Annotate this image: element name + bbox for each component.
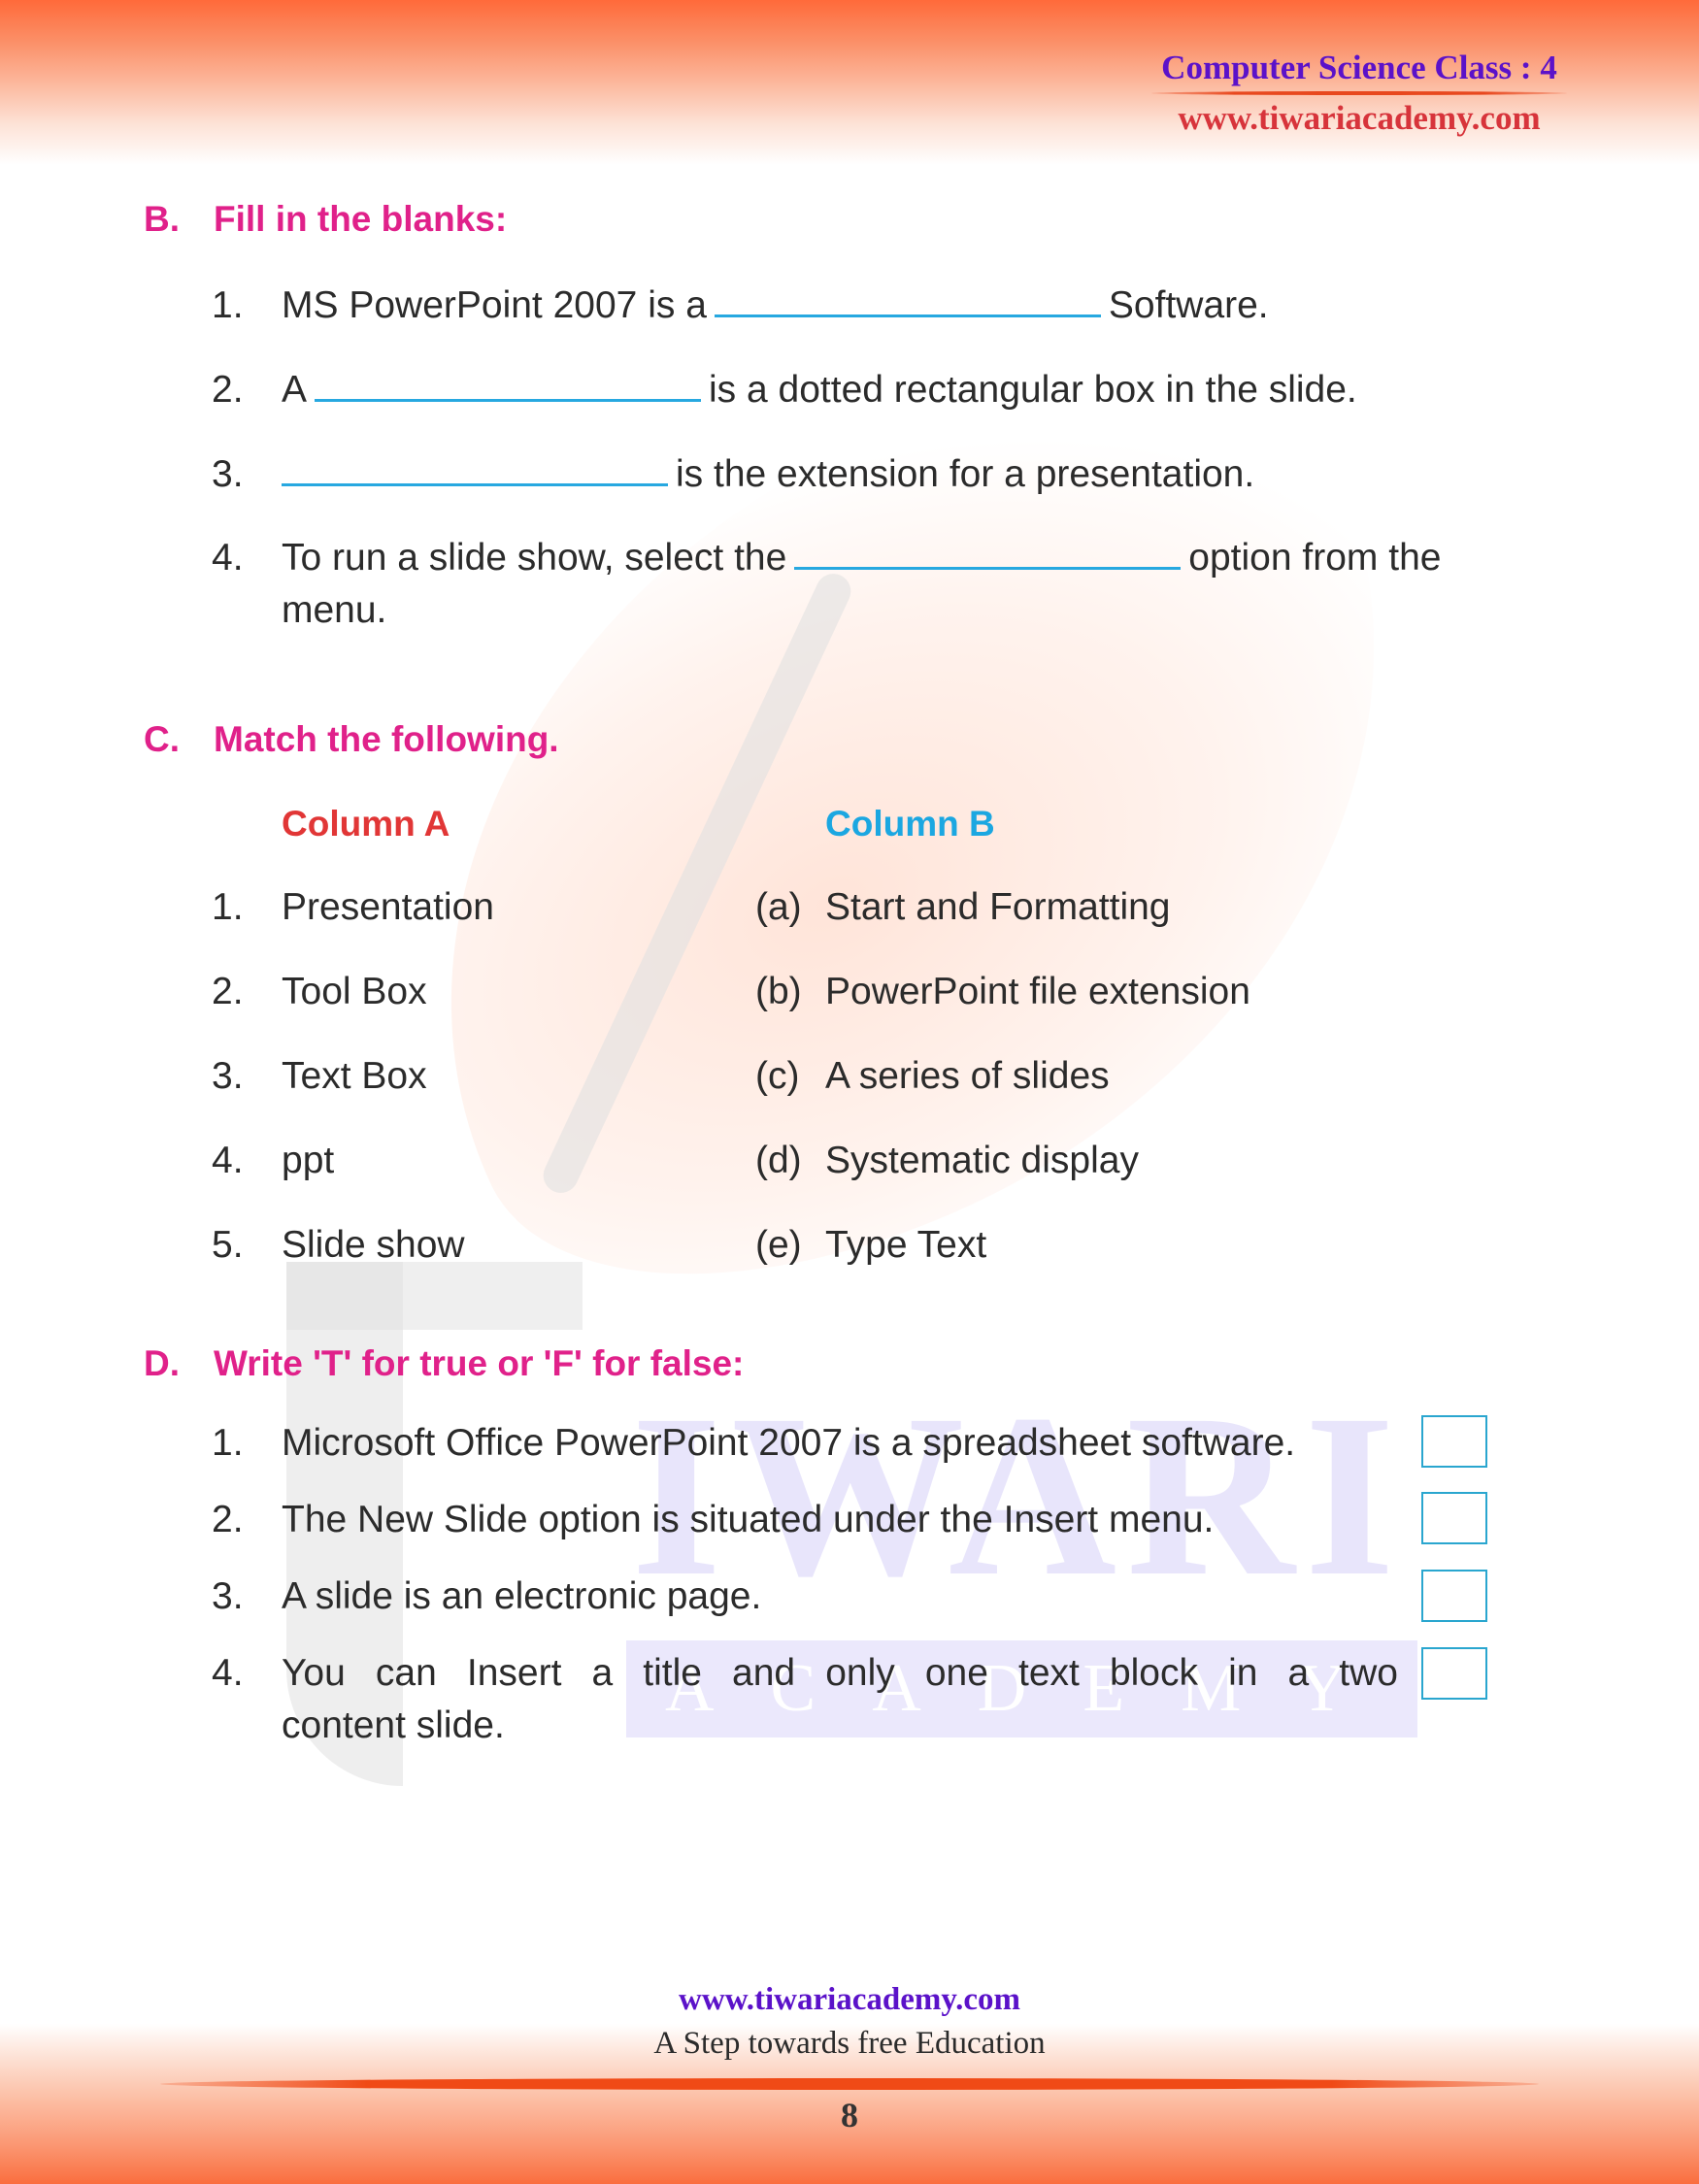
item-text: Start and Formatting	[825, 886, 1171, 928]
item-number: 5.	[212, 1224, 244, 1266]
section-d-letter: D.	[144, 1343, 180, 1383]
item-number: 3.	[212, 453, 244, 495]
section-c-heading: C. Match the following.	[144, 719, 559, 760]
column-b-item: (d) Systematic display	[755, 1140, 1139, 1182]
item-text: Microsoft Office PowerPoint 2007 is a sp…	[282, 1422, 1296, 1464]
true-false-item: 4. You can Insert a title and only one te…	[212, 1647, 1398, 1752]
item-text-continuation: menu.	[282, 589, 387, 631]
column-b-item: (e) Type Text	[755, 1224, 986, 1267]
header-url-link[interactable]: www.tiwariacademy.com	[1146, 97, 1573, 140]
column-a-item: 1. Presentation	[212, 886, 494, 929]
item-text: A series of slides	[825, 1055, 1110, 1097]
item-text: Presentation	[282, 886, 494, 928]
section-b-letter: B.	[144, 199, 180, 239]
item-number: 1.	[212, 284, 244, 326]
answer-box[interactable]	[1421, 1415, 1487, 1468]
true-false-item: 2. The New Slide option is situated under…	[212, 1494, 1214, 1546]
item-letter: (a)	[755, 886, 802, 928]
item-text: A slide is an electronic page.	[282, 1575, 762, 1617]
footer-tagline: A Step towards free Education	[653, 2026, 1046, 2061]
item-text-after: is the extension for a presentation.	[676, 453, 1255, 495]
fill-blank-item: 3. is the extension for a presentation.	[212, 448, 1254, 501]
item-text-after: Software.	[1108, 284, 1269, 326]
item-number: 3.	[212, 1055, 244, 1097]
true-false-item: 1. Microsoft Office PowerPoint 2007 is a …	[212, 1417, 1295, 1470]
item-text-before: To run a slide show, select the	[282, 537, 787, 579]
item-text: Text Box	[282, 1055, 427, 1097]
true-false-item: 3. A slide is an electronic page.	[212, 1571, 761, 1623]
item-number: 3.	[212, 1575, 244, 1617]
page-number: 8	[841, 2096, 858, 2134]
item-text-after: is a dotted rectangular box in the slide…	[709, 369, 1357, 411]
section-b-heading: B. Fill in the blanks:	[144, 199, 507, 240]
answer-box[interactable]	[1421, 1492, 1487, 1544]
item-number: 4.	[212, 537, 244, 579]
item-letter: (e)	[755, 1224, 802, 1266]
column-a-item: 4. ppt	[212, 1140, 334, 1182]
column-a-item: 2. Tool Box	[212, 971, 427, 1013]
item-number: 1.	[212, 1422, 244, 1464]
answer-blank[interactable]	[315, 399, 702, 402]
item-letter: (c)	[755, 1055, 800, 1097]
item-letter: (b)	[755, 971, 802, 1012]
column-b-heading: Column B	[825, 804, 995, 844]
item-number: 2.	[212, 369, 244, 411]
item-text: Slide show	[282, 1224, 465, 1266]
page-header: Computer Science Class : 4 www.tiwariaca…	[1146, 47, 1573, 140]
item-text: You can Insert a title and only one text…	[282, 1652, 1398, 1694]
item-text: PowerPoint file extension	[825, 971, 1250, 1012]
answer-blank[interactable]	[794, 567, 1182, 570]
item-text: The New Slide option is situated under t…	[282, 1499, 1215, 1540]
header-divider	[1151, 91, 1567, 95]
column-a-item: 3. Text Box	[212, 1055, 427, 1098]
item-number: 4.	[212, 1652, 244, 1694]
item-number: 2.	[212, 1499, 244, 1540]
footer-url-link[interactable]: www.tiwariacademy.com	[0, 1982, 1699, 2018]
item-text-before: A	[282, 369, 308, 411]
item-number: 4.	[212, 1140, 244, 1181]
footer-divider	[160, 2078, 1539, 2090]
item-text-before: MS PowerPoint 2007 is a	[282, 284, 707, 326]
item-text: ppt	[282, 1140, 335, 1181]
item-text: Tool Box	[282, 971, 427, 1012]
item-text: Systematic display	[825, 1140, 1139, 1181]
item-text: Type Text	[825, 1224, 987, 1266]
column-a-heading: Column A	[282, 804, 450, 844]
column-b-item: (b) PowerPoint file extension	[755, 971, 1250, 1013]
fill-blank-item: 4. To run a slide show, select the option …	[212, 532, 1441, 637]
answer-box[interactable]	[1421, 1570, 1487, 1622]
section-d-title: Write 'T' for true or 'F' for false:	[214, 1343, 745, 1383]
section-c-letter: C.	[144, 719, 180, 759]
fill-blank-item: 1. MS PowerPoint 2007 is a Software.	[212, 280, 1269, 332]
header-title: Computer Science Class : 4	[1161, 49, 1557, 86]
item-text-after: option from the	[1188, 537, 1442, 579]
item-number: 2.	[212, 971, 244, 1012]
item-number: 1.	[212, 886, 244, 928]
answer-blank[interactable]	[714, 314, 1101, 317]
section-c-title: Match the following.	[214, 719, 559, 759]
fill-blank-item: 2. Ais a dotted rectangular box in the sl…	[212, 364, 1357, 416]
answer-box[interactable]	[1421, 1647, 1487, 1700]
answer-blank[interactable]	[282, 483, 668, 486]
column-b-item: (a) Start and Formatting	[755, 886, 1171, 929]
item-letter: (d)	[755, 1140, 802, 1181]
item-text-continuation: content slide.	[282, 1704, 505, 1746]
section-d-heading: D. Write 'T' for true or 'F' for false:	[144, 1343, 744, 1384]
column-b-item: (c) A series of slides	[755, 1055, 1110, 1098]
section-b-title: Fill in the blanks:	[214, 199, 508, 239]
column-a-item: 5. Slide show	[212, 1224, 465, 1267]
